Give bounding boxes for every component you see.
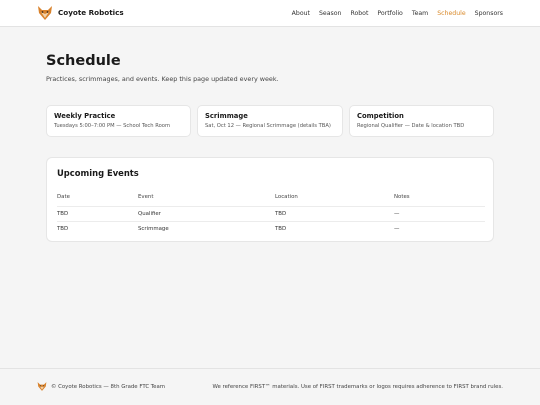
page-subtitle: Practices, scrimmages, and events. Keep … <box>46 75 279 83</box>
cell-event: Qualifier <box>138 210 161 217</box>
column-header-notes: Notes <box>394 194 410 200</box>
table-row: TBD Qualifier TBD — <box>57 205 485 222</box>
cell-location: TBD <box>275 210 287 217</box>
card-competition: Competition Regional Qualifier — Date & … <box>349 105 494 137</box>
column-header-date: Date <box>57 194 70 200</box>
card-text: Sat, Oct 12 — Regional Scrimmage (detail… <box>205 123 331 129</box>
top-navbar: Coyote Robotics About Season Robot Portf… <box>0 0 540 27</box>
nav-about[interactable]: About <box>292 9 310 18</box>
brand[interactable]: Coyote Robotics <box>37 6 124 20</box>
card-title: Weekly Practice <box>54 112 116 120</box>
events-title: Upcoming Events <box>57 168 139 178</box>
cell-location: TBD <box>275 226 287 232</box>
cell-notes: — <box>394 210 400 217</box>
upcoming-events-panel: Upcoming Events Date Event Location Note… <box>46 157 494 242</box>
coyote-logo-icon <box>37 382 47 391</box>
card-text: Tuesdays 5:00–7:00 PM — School Tech Room <box>54 123 170 129</box>
cell-date: TBD <box>57 226 69 232</box>
cell-event: Scrimmage <box>138 226 169 232</box>
card-scrimmage: Scrimmage Sat, Oct 12 — Regional Scrimma… <box>197 105 343 137</box>
nav-team[interactable]: Team <box>412 9 428 18</box>
coyote-logo-icon <box>38 6 52 20</box>
table-header-row: Date Event Location Notes <box>57 190 485 206</box>
footer-disclaimer: We reference FIRST™ materials. Use of FI… <box>212 384 503 390</box>
footer-brand: © Coyote Robotics — 8th Grade FTC Team <box>37 382 165 391</box>
column-header-location: Location <box>275 194 298 200</box>
card-title: Competition <box>357 112 404 120</box>
nav-season[interactable]: Season <box>319 9 341 18</box>
column-header-event: Event <box>138 194 154 200</box>
card-text: Regional Qualifier — Date & location TBD <box>357 123 465 129</box>
nav-robot[interactable]: Robot <box>350 9 368 18</box>
cell-notes: — <box>394 226 400 232</box>
card-title: Scrimmage <box>205 112 248 120</box>
nav-sponsors[interactable]: Sponsors <box>475 9 503 18</box>
card-weekly-practice: Weekly Practice Tuesdays 5:00–7:00 PM — … <box>46 105 191 137</box>
nav-portfolio[interactable]: Portfolio <box>377 9 402 18</box>
footer-copyright: © Coyote Robotics — 8th Grade FTC Team <box>51 383 166 390</box>
nav-schedule[interactable]: Schedule <box>437 9 465 18</box>
brand-name: Coyote Robotics <box>58 8 124 17</box>
table-row: TBD Scrimmage TBD — <box>57 221 485 237</box>
cell-date: TBD <box>57 210 69 217</box>
footer: © Coyote Robotics — 8th Grade FTC Team W… <box>0 368 540 405</box>
page-title: Schedule <box>46 53 121 69</box>
main-nav: About Season Robot Portfolio Team Schedu… <box>283 9 503 18</box>
events-table: Date Event Location Notes TBD Qualifier … <box>57 190 485 237</box>
